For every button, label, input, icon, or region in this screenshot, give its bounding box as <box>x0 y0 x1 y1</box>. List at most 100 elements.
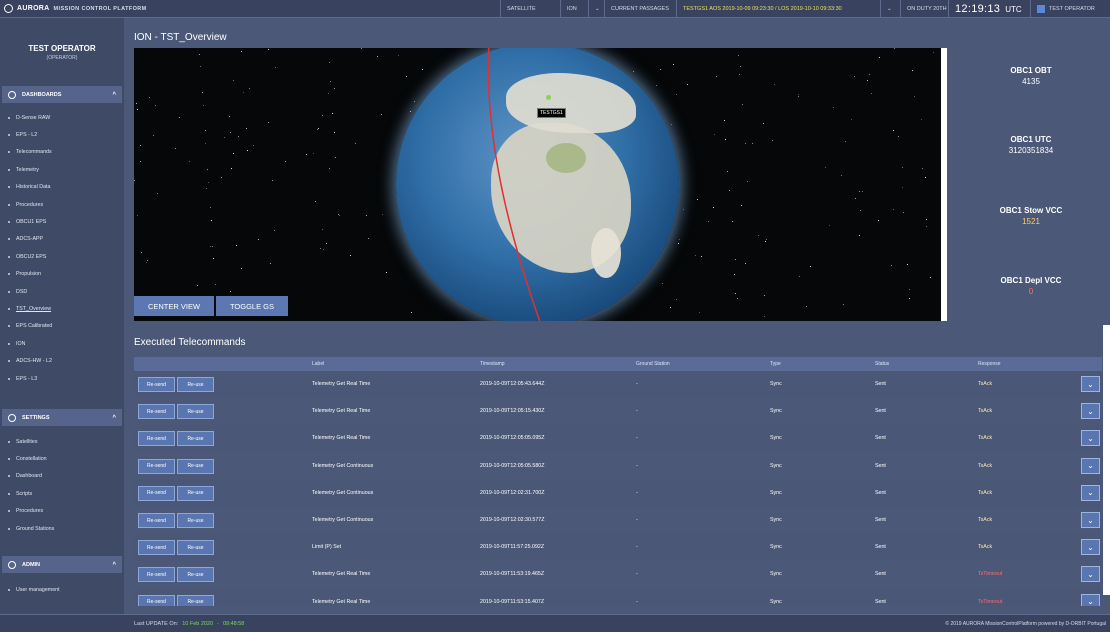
reuse-button[interactable]: Re-use <box>177 567 214 583</box>
expand-row-chevron-down-icon[interactable]: ⌄ <box>1081 484 1100 501</box>
sidebar-item-eps-l2[interactable]: EPS - L2 <box>8 126 118 143</box>
section-settings[interactable]: SETTINGS ^ <box>2 409 122 426</box>
resend-button[interactable]: Re-send <box>138 431 175 447</box>
star <box>328 92 330 94</box>
reuse-button[interactable]: Re-use <box>177 458 214 474</box>
star <box>270 262 272 264</box>
toggle-gs-button[interactable]: TOGGLE GS <box>216 296 288 316</box>
center-view-button[interactable]: CENTER VIEW <box>134 296 214 316</box>
sidebar-item-dsd[interactable]: DSD <box>8 283 118 300</box>
star <box>675 298 677 300</box>
expand-row-chevron-down-icon[interactable]: ⌄ <box>1081 593 1100 606</box>
star <box>673 64 675 66</box>
reuse-button[interactable]: Re-use <box>177 431 214 447</box>
passage-chevron-down-icon[interactable]: ⌄ <box>880 0 900 18</box>
star <box>354 143 356 145</box>
reuse-button[interactable]: Re-use <box>177 404 214 420</box>
expand-row-chevron-down-icon[interactable]: ⌄ <box>1081 376 1100 392</box>
star <box>148 97 150 99</box>
expand-row-chevron-down-icon[interactable]: ⌄ <box>1081 430 1100 447</box>
cell-type: Sync <box>770 435 782 442</box>
passage-select[interactable]: TESTGS1 AOS 2019-10-09 09:23:30 / LOS 20… <box>676 0 880 18</box>
section-admin[interactable]: ADMIN ^ <box>2 556 122 573</box>
expand-row-chevron-down-icon[interactable]: ⌄ <box>1081 539 1100 556</box>
column-header-ground-station[interactable]: Ground Station <box>636 361 670 367</box>
sidebar-item-ground-stations[interactable]: Ground Stations <box>8 520 118 537</box>
sidebar-item-constellation[interactable]: Constellation <box>8 450 118 467</box>
star <box>321 114 323 116</box>
column-header-timestamp[interactable]: Timestamp <box>480 361 505 367</box>
cell-status: Sent <box>875 381 886 387</box>
sidebar-item-obcu2-eps[interactable]: OBCU2 EPS <box>8 248 118 265</box>
sidebar-item-satellites[interactable]: Satellites <box>8 433 118 450</box>
star <box>200 66 202 68</box>
column-header-response[interactable]: Response <box>978 361 1001 367</box>
star <box>925 219 927 221</box>
sidebar-item-eps-calibrated[interactable]: EPS Calibrated <box>8 318 118 335</box>
sidebar-item-adcs-hw-l2[interactable]: ADCS-HW - L2 <box>8 352 118 369</box>
cell-timestamp: 2019-10-09T11:57:25.092Z <box>480 544 545 551</box>
sidebar-item-telemetry[interactable]: Telemetry <box>8 161 118 178</box>
sidebar-item-eps-l3[interactable]: EPS - L3 <box>8 370 118 387</box>
sidebar-item-procedures-settings[interactable]: Procedures <box>8 503 118 520</box>
reuse-button[interactable]: Re-use <box>177 540 214 556</box>
resend-button[interactable]: Re-send <box>138 458 175 474</box>
expand-row-chevron-down-icon[interactable]: ⌄ <box>1081 566 1100 583</box>
resend-button[interactable]: Re-send <box>138 594 175 606</box>
resend-button[interactable]: Re-send <box>138 485 175 501</box>
satellite-select[interactable]: ION <box>560 0 588 18</box>
reuse-button[interactable]: Re-use <box>177 485 214 501</box>
sidebar-item-obcu1-eps[interactable]: OBCU1 EPS <box>8 213 118 230</box>
star <box>903 212 905 214</box>
sidebar-item-dashboard[interactable]: Dashboard <box>8 468 118 485</box>
sidebar-item-propulsion[interactable]: Propulsion <box>8 266 118 283</box>
resend-button[interactable]: Re-send <box>138 540 175 556</box>
resend-button[interactable]: Re-send <box>138 513 175 528</box>
resend-button[interactable]: Re-send <box>138 377 175 392</box>
cell-label: Telemetry Get Real Time <box>312 408 371 415</box>
star <box>361 48 363 49</box>
column-header-type[interactable]: Type <box>770 361 781 367</box>
table-row: Re-send Re-use Telemetry Get Continuous 201… <box>134 479 1102 507</box>
star <box>773 84 775 86</box>
resend-button[interactable]: Re-send <box>138 404 175 420</box>
expand-row-chevron-down-icon[interactable]: ⌄ <box>1081 457 1100 474</box>
top-bar: AURORA MISSION CONTROL PLATFORM SATELLIT… <box>0 0 1110 18</box>
column-header-status[interactable]: Status <box>875 361 889 367</box>
ground-station-marker[interactable] <box>546 95 551 100</box>
section-dashboards[interactable]: DASHBOARDS ^ <box>2 86 122 103</box>
resend-button[interactable]: Re-send <box>138 567 175 583</box>
sidebar-item-ion[interactable]: ION <box>8 335 118 352</box>
sidebar-item-telecommands[interactable]: Telecommands <box>8 144 118 161</box>
sidebar-item-dsense-raw[interactable]: D-Sense RAW <box>8 109 118 126</box>
admin-icon <box>8 560 16 569</box>
globe-scrollbar[interactable] <box>941 48 947 321</box>
sidebar-item-tst-overview[interactable]: TST_Overview <box>8 300 118 317</box>
star <box>851 119 852 121</box>
sidebar-item-historical-data[interactable]: Historical Data <box>8 179 118 196</box>
page-scrollbar[interactable] <box>1103 325 1110 595</box>
star <box>713 206 715 208</box>
dashboards-list: D-Sense RAW EPS - L2 Telecommands Teleme… <box>8 109 118 387</box>
column-header-label[interactable]: Label <box>312 361 324 367</box>
expand-row-chevron-down-icon[interactable]: ⌄ <box>1081 403 1100 420</box>
sidebar-item-scripts[interactable]: Scripts <box>8 485 118 502</box>
reuse-button[interactable]: Re-use <box>177 594 214 606</box>
cell-response: TsAck <box>978 408 993 415</box>
telemetry-name: OBC1 OBT <box>1010 66 1052 75</box>
user-menu[interactable]: TEST OPERATOR <box>1030 0 1110 18</box>
reuse-button[interactable]: Re-use <box>177 377 214 392</box>
reuse-button[interactable]: Re-use <box>177 513 214 528</box>
star <box>377 55 379 57</box>
sidebar-item-user-management[interactable]: User management <box>8 581 118 598</box>
satellite-chevron-down-icon[interactable]: ⌄ <box>588 0 604 18</box>
expand-row-chevron-down-icon[interactable]: ⌄ <box>1081 512 1100 528</box>
sidebar-item-adcs-app[interactable]: ADCS-APP <box>8 231 118 248</box>
star <box>315 200 317 202</box>
sidebar: TEST OPERATOR (OPERATOR) DASHBOARDS ^ D-… <box>0 18 124 614</box>
star <box>134 179 136 181</box>
star <box>323 248 325 250</box>
main-content: ION - TST_Overview TESTGS1 CENTER VIEW T… <box>124 18 1110 614</box>
sidebar-item-procedures[interactable]: Procedures <box>8 196 118 213</box>
globe-viewer[interactable]: TESTGS1 CENTER VIEW TOGGLE GS <box>134 48 941 321</box>
